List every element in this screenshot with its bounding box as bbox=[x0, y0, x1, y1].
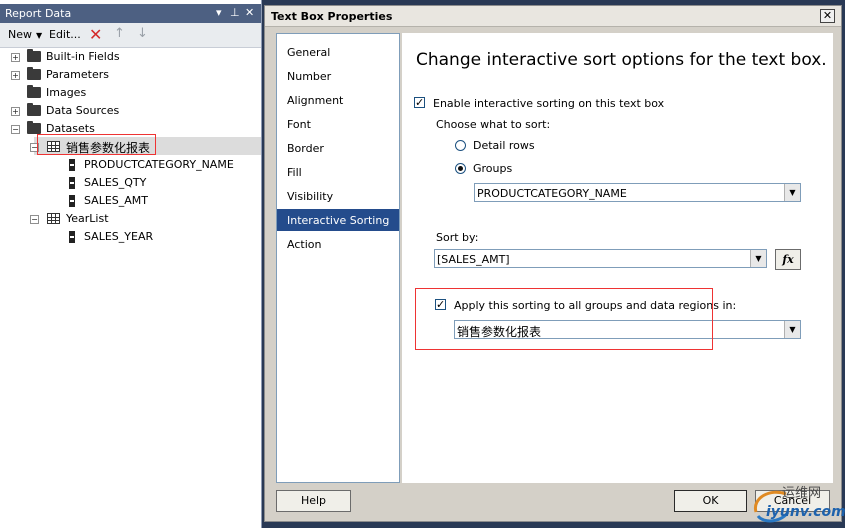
tree-item-field[interactable]: SALES_AMT bbox=[0, 192, 261, 210]
groups-select[interactable]: PRODUCTCATEGORY_NAME ▼ bbox=[474, 183, 801, 202]
choose-what-to-sort-label: Choose what to sort: bbox=[436, 118, 551, 131]
dialog-title: Text Box Properties bbox=[271, 10, 393, 23]
tree-item-built-in-fields[interactable]: + Built-in Fields bbox=[0, 48, 261, 66]
nav-general[interactable]: General bbox=[277, 41, 399, 63]
nav-visibility[interactable]: Visibility bbox=[277, 185, 399, 207]
expression-button[interactable]: fx bbox=[775, 249, 801, 270]
field-icon bbox=[69, 195, 75, 207]
tree-item-label: SALES_YEAR bbox=[84, 230, 154, 243]
expand-icon[interactable]: + bbox=[11, 53, 20, 62]
new-button[interactable]: New bbox=[8, 28, 32, 41]
collapse-icon[interactable]: − bbox=[11, 125, 20, 134]
tree-item-label: SALES_AMT bbox=[84, 194, 149, 207]
nav-label: Fill bbox=[287, 166, 302, 179]
watermark-domain-text: iyunv.com bbox=[766, 504, 845, 520]
page-heading: Change interactive sort options for the … bbox=[416, 50, 827, 70]
chevron-down-icon[interactable]: ▼ bbox=[36, 31, 42, 40]
nav-label: General bbox=[287, 46, 331, 59]
nav-label: Border bbox=[287, 142, 324, 155]
folder-icon bbox=[27, 67, 41, 80]
folder-icon bbox=[27, 85, 41, 98]
tree-item-label: YearList bbox=[66, 212, 109, 225]
nav-label: Action bbox=[287, 238, 322, 251]
annotation-red-box bbox=[37, 134, 156, 155]
folder-icon bbox=[27, 121, 41, 134]
nav-label: Alignment bbox=[287, 94, 344, 107]
dropdown-arrow-icon[interactable]: ▾ bbox=[216, 6, 222, 19]
folder-icon bbox=[27, 49, 41, 62]
detail-rows-label: Detail rows bbox=[473, 139, 535, 152]
field-icon bbox=[69, 177, 75, 189]
tree-item-label: SALES_QTY bbox=[84, 176, 147, 189]
tree-item-label: Built-in Fields bbox=[46, 50, 120, 63]
close-icon[interactable]: ✕ bbox=[245, 6, 254, 19]
report-data-pane: Report Data ▾ ⊥ ✕ New ▼ Edit... ✕ ↑ ↓ + … bbox=[0, 0, 262, 528]
nav-label: Interactive Sorting bbox=[287, 214, 390, 227]
enable-sorting-label: Enable interactive sorting on this text … bbox=[433, 97, 665, 110]
nav-label: Number bbox=[287, 70, 332, 83]
interactive-sorting-page: Change interactive sort options for the … bbox=[402, 33, 833, 483]
detail-rows-radio[interactable] bbox=[455, 140, 466, 151]
field-icon bbox=[69, 159, 75, 171]
pin-icon[interactable]: ⊥ bbox=[230, 6, 240, 19]
sort-by-value: [SALES_AMT] bbox=[437, 253, 510, 266]
nav-number[interactable]: Number bbox=[277, 65, 399, 87]
report-data-toolbar: New ▼ Edit... ✕ ↑ ↓ bbox=[0, 23, 261, 48]
properties-nav: General Number Alignment Font Border Fil… bbox=[276, 33, 400, 483]
nav-action[interactable]: Action bbox=[277, 233, 399, 255]
expand-icon[interactable]: + bbox=[11, 71, 20, 80]
sort-by-label: Sort by: bbox=[436, 231, 479, 244]
help-button[interactable]: Help bbox=[276, 490, 351, 512]
dropdown-arrow-icon[interactable]: ▼ bbox=[784, 321, 800, 338]
sort-by-select[interactable]: [SALES_AMT] ▼ bbox=[434, 249, 767, 268]
tree-item-dataset-yearlist[interactable]: − YearList bbox=[0, 210, 261, 228]
tree-item-field[interactable]: SALES_QTY bbox=[0, 174, 261, 192]
nav-interactive-sorting[interactable]: Interactive Sorting bbox=[277, 209, 399, 231]
report-data-title: Report Data bbox=[5, 7, 72, 20]
dropdown-arrow-icon[interactable]: ▼ bbox=[784, 184, 800, 201]
move-up-icon[interactable]: ↑ bbox=[114, 26, 125, 41]
tree-item-field[interactable]: SALES_YEAR bbox=[0, 228, 261, 246]
collapse-icon[interactable]: − bbox=[30, 215, 39, 224]
groups-label: Groups bbox=[473, 162, 513, 175]
delete-icon[interactable]: ✕ bbox=[89, 25, 102, 44]
groups-radio[interactable] bbox=[455, 163, 466, 174]
watermark-logo: 运维网 iyunv.com bbox=[748, 482, 845, 524]
annotation-red-box bbox=[415, 288, 713, 350]
move-down-icon[interactable]: ↓ bbox=[137, 26, 148, 41]
folder-icon bbox=[27, 103, 41, 116]
tree-item-label: Parameters bbox=[46, 68, 109, 81]
dropdown-arrow-icon[interactable]: ▼ bbox=[750, 250, 766, 267]
dataset-icon bbox=[47, 213, 60, 224]
field-icon bbox=[69, 231, 75, 243]
nav-font[interactable]: Font bbox=[277, 113, 399, 135]
dialog-titlebar: Text Box Properties ✕ bbox=[265, 6, 841, 27]
dialog-close-button[interactable]: ✕ bbox=[820, 9, 835, 23]
tree-item-label: PRODUCTCATEGORY_NAME bbox=[84, 158, 234, 171]
report-data-titlebar: Report Data ▾ ⊥ ✕ bbox=[0, 4, 261, 23]
groups-select-value: PRODUCTCATEGORY_NAME bbox=[477, 187, 627, 200]
nav-fill[interactable]: Fill bbox=[277, 161, 399, 183]
tree-item-data-sources[interactable]: + Data Sources bbox=[0, 102, 261, 120]
tree-item-parameters[interactable]: + Parameters bbox=[0, 66, 261, 84]
watermark-cn-text: 运维网 bbox=[782, 486, 822, 501]
tree-item-label: Images bbox=[46, 86, 87, 99]
enable-sorting-checkbox[interactable]: ✓ bbox=[414, 97, 425, 108]
tree-item-field[interactable]: PRODUCTCATEGORY_NAME bbox=[0, 156, 261, 174]
nav-border[interactable]: Border bbox=[277, 137, 399, 159]
text-box-properties-dialog: Text Box Properties ✕ General Number Ali… bbox=[264, 5, 842, 522]
nav-label: Font bbox=[287, 118, 311, 131]
expand-icon[interactable]: + bbox=[11, 107, 20, 116]
tree-item-label: Data Sources bbox=[46, 104, 120, 117]
nav-alignment[interactable]: Alignment bbox=[277, 89, 399, 111]
tree-item-images[interactable]: Images bbox=[0, 84, 261, 102]
ok-button[interactable]: OK bbox=[674, 490, 747, 512]
edit-button[interactable]: Edit... bbox=[49, 28, 81, 41]
nav-label: Visibility bbox=[287, 190, 334, 203]
